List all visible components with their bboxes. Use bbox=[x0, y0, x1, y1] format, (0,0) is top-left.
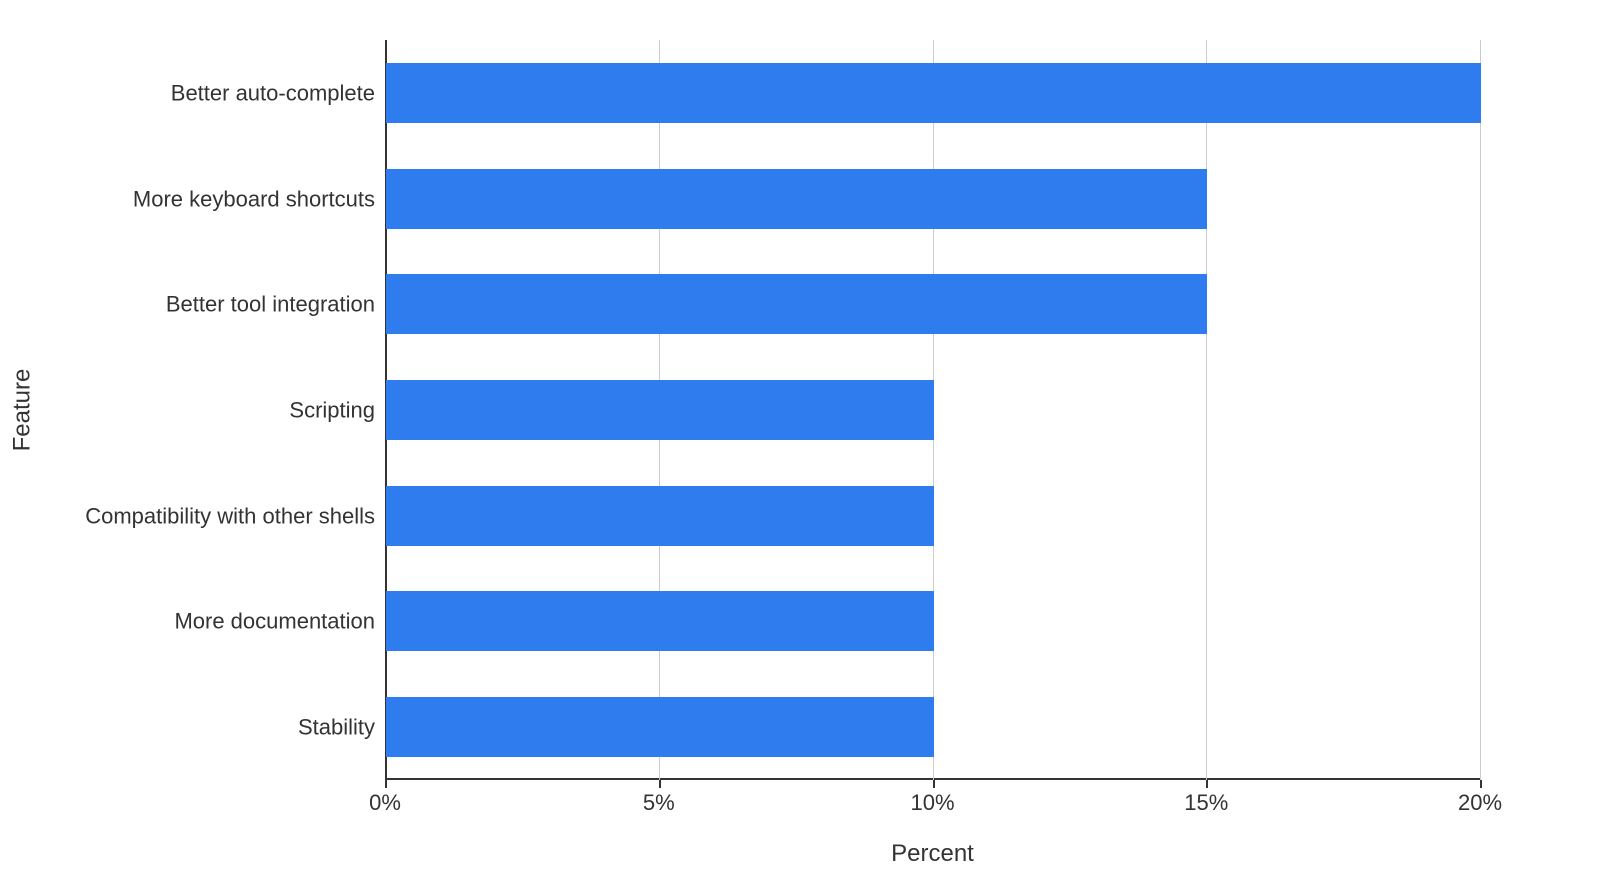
y-axis-title-text: Feature bbox=[8, 369, 36, 452]
x-tick-label: 0% bbox=[369, 790, 401, 816]
y-tick-label: Scripting bbox=[45, 397, 375, 422]
x-tick-mark bbox=[659, 780, 661, 788]
bar bbox=[386, 486, 934, 546]
x-tick-mark bbox=[933, 780, 935, 788]
y-tick-label: More keyboard shortcuts bbox=[45, 186, 375, 211]
y-axis-title: Feature bbox=[8, 40, 36, 780]
gridline bbox=[1480, 40, 1481, 780]
y-tick-label: Better tool integration bbox=[45, 292, 375, 317]
x-axis-title: Percent bbox=[385, 840, 1480, 868]
bar bbox=[386, 63, 1481, 123]
x-tick-label: 10% bbox=[910, 790, 954, 816]
bar bbox=[386, 169, 1207, 229]
y-tick-label: More documentation bbox=[45, 609, 375, 634]
plot-area bbox=[385, 40, 1480, 780]
bar bbox=[386, 380, 934, 440]
x-tick-label: 15% bbox=[1184, 790, 1228, 816]
x-tick-mark bbox=[385, 780, 387, 788]
x-tick-label: 5% bbox=[643, 790, 675, 816]
y-tick-label: Better auto-complete bbox=[45, 80, 375, 105]
horizontal-bar-chart: Feature 0% 5% 10% 15% 20% Better auto-comple… bbox=[0, 0, 1602, 892]
y-tick-label: Stability bbox=[45, 714, 375, 739]
x-tick-mark bbox=[1206, 780, 1208, 788]
x-tick-mark bbox=[1480, 780, 1482, 788]
bar bbox=[386, 697, 934, 757]
y-tick-label: Compatibility with other shells bbox=[45, 503, 375, 528]
x-tick-label: 20% bbox=[1458, 790, 1502, 816]
bar bbox=[386, 274, 1207, 334]
gridline bbox=[1206, 40, 1207, 780]
bar bbox=[386, 591, 934, 651]
